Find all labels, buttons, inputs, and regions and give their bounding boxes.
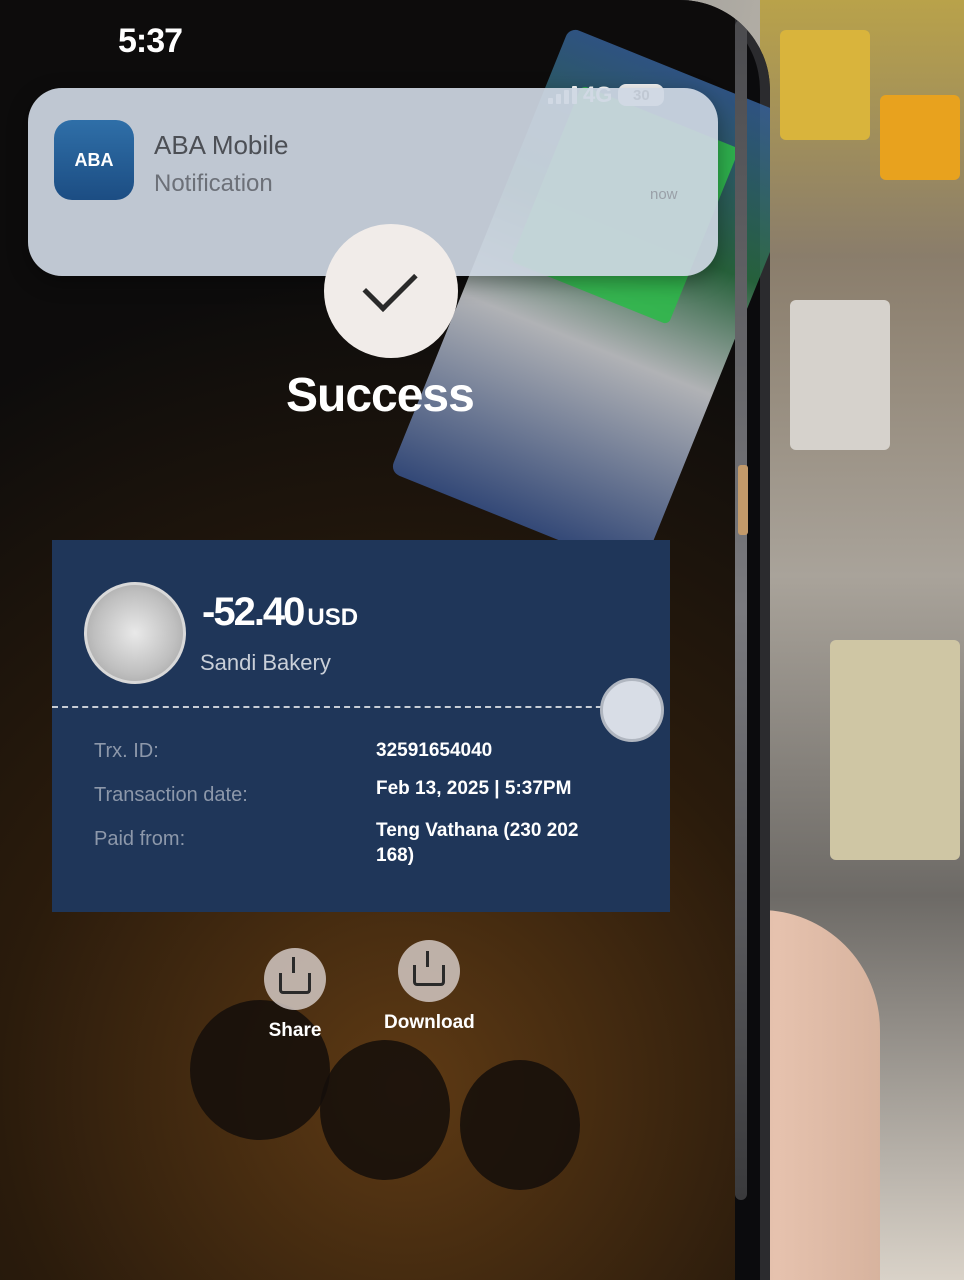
download-icon: [398, 940, 461, 1002]
wallpaper-shape: [320, 1040, 450, 1180]
card-notch: [600, 678, 664, 742]
app-icon: ABA: [54, 120, 134, 200]
share-icon: [264, 948, 326, 1010]
notification-body: Notification: [154, 170, 273, 197]
download-button[interactable]: Download: [384, 940, 475, 1034]
share-label: Share: [268, 1020, 322, 1041]
background-item: [830, 640, 960, 860]
status-time: 5:37: [118, 22, 183, 60]
amount-value: -52.40: [202, 590, 305, 634]
merchant-logo: [84, 582, 186, 684]
wallpaper-shape: [460, 1060, 580, 1190]
transaction-date-label: Transaction date:: [94, 784, 248, 806]
notification-time: now: [650, 186, 678, 203]
transaction-date-value: Feb 13, 2025 | 5:37PM: [376, 778, 572, 799]
paid-from-label: Paid from:: [94, 828, 186, 850]
trx-id-value: 32591654040: [376, 740, 493, 761]
divider: [52, 706, 622, 708]
trx-id-label: Trx. ID:: [94, 740, 159, 762]
background-item: [790, 300, 890, 450]
success-check-icon: [324, 224, 458, 358]
transaction-amount: -52.40 USD: [202, 590, 358, 635]
phone-frame: [735, 20, 747, 1200]
paid-from-value: Teng Vathana (230 202 168): [376, 820, 579, 866]
background-item: [780, 30, 870, 140]
transaction-card: -52.40 USD Sandi Bakery Trx. ID: 32591654…: [52, 540, 670, 912]
background-item: [880, 95, 960, 180]
notification-title: ABA Mobile: [154, 130, 289, 160]
share-button[interactable]: Share: [264, 948, 326, 1042]
side-button: [738, 465, 748, 535]
amount-currency: USD: [307, 604, 359, 631]
merchant-name: Sandi Bakery: [200, 650, 331, 675]
download-label: Download: [384, 1012, 475, 1033]
phone: 5:37 4G 30 ABA ABA Mobile Notification n…: [0, 0, 770, 1280]
page-title: Success: [286, 369, 475, 422]
